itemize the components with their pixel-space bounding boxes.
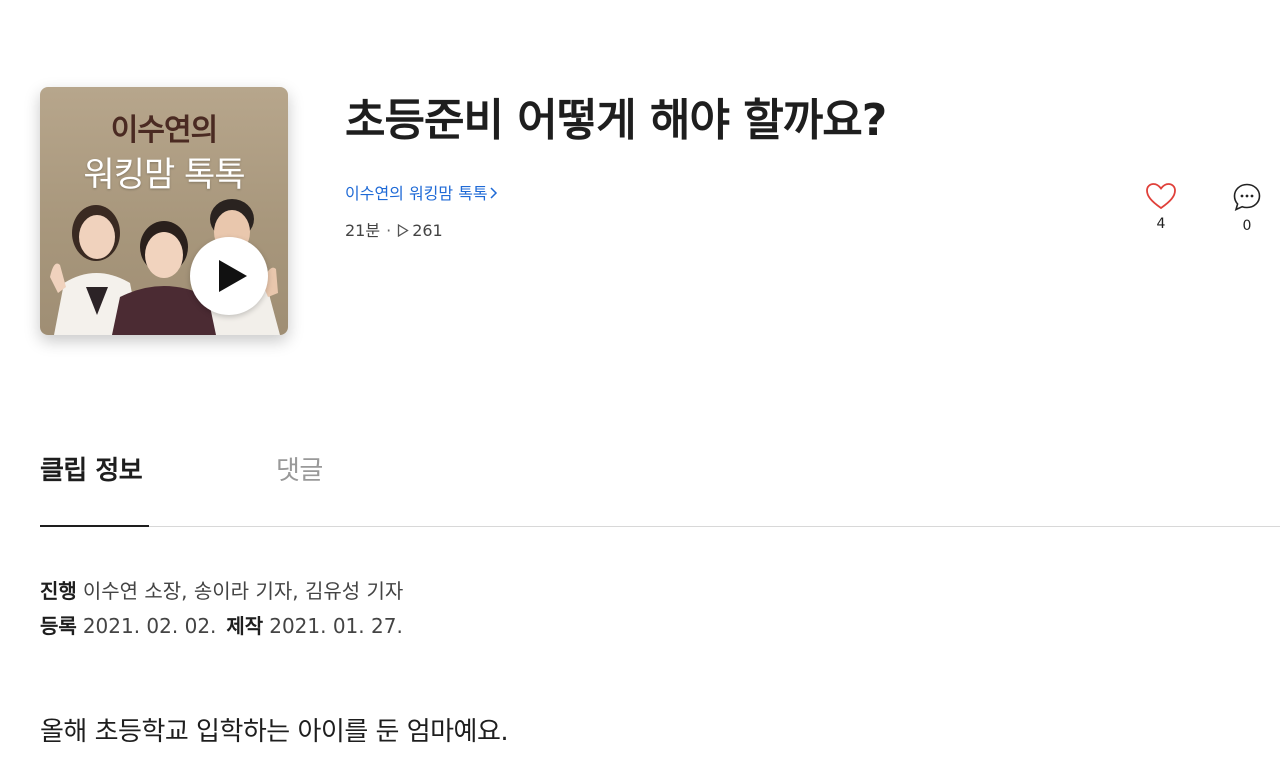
- clip-title: 초등준비 어떻게 해야 할까요?: [345, 95, 887, 146]
- active-tab-indicator: [40, 525, 149, 527]
- comment-count: 0: [1242, 218, 1252, 234]
- date-info: 등록 2021. 02. 02. 제작 2021. 01. 27.: [40, 610, 403, 639]
- produced-date: 2021. 01. 27.: [269, 614, 403, 638]
- channel-link[interactable]: 이수연의 워킹맘 톡톡: [345, 180, 498, 204]
- produced-label: 제작: [226, 614, 264, 638]
- chevron-right-icon: [490, 184, 498, 203]
- registered-label: 등록: [40, 614, 77, 638]
- like-button[interactable]: 4: [1141, 182, 1181, 232]
- thumbnail-title-line2: 워킹맘 톡톡: [83, 155, 245, 195]
- meta-separator: ·: [386, 221, 392, 240]
- comment-button[interactable]: 0: [1227, 182, 1267, 234]
- host-info: 진행 이수연 소장, 송이라 기자, 김유성 기자: [40, 575, 403, 604]
- host-value: 이수연 소장, 송이라 기자, 김유성 기자: [82, 579, 404, 603]
- like-count: 4: [1156, 216, 1166, 232]
- clip-page: 이수연의 워킹맘 톡톡 초등준비 어떻게 해야 할까요? 이수연의 워킹맘 톡톡…: [0, 0, 1280, 758]
- speech-bubble-icon: [1233, 183, 1261, 211]
- clip-duration: 21분: [345, 221, 381, 240]
- host-label: 진행: [40, 579, 77, 603]
- tab-divider: [40, 526, 1280, 527]
- channel-name: 이수연의 워킹맘 톡톡: [345, 184, 488, 203]
- tab-comments[interactable]: 댓글: [276, 450, 323, 487]
- tab-clip-info[interactable]: 클립 정보: [40, 450, 143, 487]
- clip-description: 올해 초등학교 입학하는 아이를 둔 엄마예요.: [40, 717, 509, 747]
- registered-date: 2021. 02. 02.: [82, 614, 217, 638]
- clip-meta: 21분 · 261: [345, 217, 443, 241]
- play-button[interactable]: [190, 237, 268, 315]
- play-icon: [219, 260, 247, 292]
- thumbnail-title-line1: 이수연의: [110, 113, 218, 148]
- heart-icon: [1146, 183, 1176, 210]
- play-count-icon: [397, 222, 409, 241]
- clip-thumbnail[interactable]: 이수연의 워킹맘 톡톡: [40, 87, 288, 335]
- play-count: 261: [412, 221, 443, 240]
